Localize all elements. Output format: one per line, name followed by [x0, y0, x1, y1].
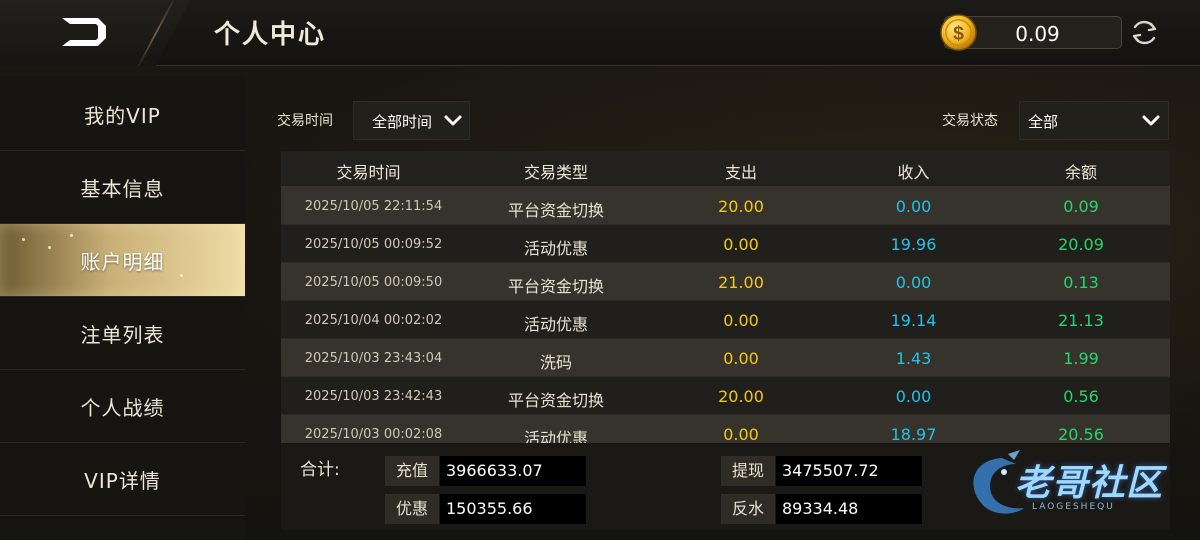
- sidebar-item-basic-info[interactable]: 基本信息: [0, 151, 245, 224]
- discount-label: 优惠: [385, 494, 439, 524]
- sidebar-item-vip-details[interactable]: VIP详情: [0, 443, 245, 516]
- refresh-icon[interactable]: [1128, 16, 1161, 49]
- cell-in: 19.14: [890, 311, 937, 330]
- cell-out: 0.00: [723, 349, 759, 368]
- cell-time: 2025/10/03 00:02:08: [304, 427, 443, 442]
- cell-type: 洗码: [539, 353, 572, 372]
- table-row: 2025/10/03 23:43:04 洗码 0.00 1.43 1.99: [281, 339, 1170, 377]
- table-row: 2025/10/05 00:09:52 活动优惠 0.00 19.96 20.0…: [281, 225, 1170, 263]
- cell-in: 0.00: [895, 273, 932, 292]
- sidebar-item-label: 注单列表: [80, 322, 165, 347]
- cell-in: 0.00: [895, 387, 932, 406]
- cell-out: 0.00: [723, 425, 759, 443]
- cell-balance: 20.09: [1058, 235, 1104, 254]
- table-row: 2025/10/03 23:42:43 平台资金切换 20.00 0.00 0.…: [281, 377, 1170, 415]
- cell-balance: 1.99: [1063, 349, 1099, 368]
- cell-in: 19.96: [890, 235, 937, 254]
- column-header-out: 支出: [724, 163, 757, 182]
- page-title: 个人中心: [214, 20, 327, 50]
- cell-balance: 0.56: [1063, 387, 1099, 406]
- table-row: 2025/10/05 00:09:50 平台资金切换 21.00 0.00 0.…: [281, 263, 1170, 301]
- cell-out: 20.00: [718, 197, 764, 216]
- cell-balance: 0.13: [1063, 273, 1099, 292]
- time-filter-label: 交易时间: [277, 113, 333, 129]
- column-header-in: 收入: [897, 163, 930, 182]
- cell-time: 2025/10/05 00:09:50: [304, 275, 443, 290]
- back-icon[interactable]: [58, 14, 110, 50]
- cell-out: 21.00: [718, 273, 764, 292]
- sparkle: [48, 246, 51, 249]
- sparkle: [180, 274, 183, 277]
- cell-in: 18.97: [890, 425, 937, 443]
- table-row: 2025/10/05 22:11:54 平台资金切换 20.00 0.00 0.…: [281, 187, 1170, 225]
- status-filter-select[interactable]: 全部: [1019, 101, 1169, 140]
- cell-time: 2025/10/03 23:42:43: [304, 389, 443, 404]
- sidebar-item-personal-record[interactable]: 个人战绩: [0, 370, 245, 443]
- sidebar-item-label: 个人战绩: [80, 395, 165, 420]
- svg-text:$: $: [953, 22, 964, 44]
- transactions-table[interactable]: 交易时间 交易类型 支出 收入 余额 2025/10/05 22:11:54 平…: [281, 151, 1170, 443]
- table-header: 交易时间 交易类型 支出 收入 余额: [281, 151, 1170, 187]
- sidebar-item-account-details[interactable]: 账户明细: [0, 224, 245, 297]
- cell-in: 1.43: [895, 349, 932, 368]
- time-filter-select[interactable]: 全部时间: [353, 101, 470, 140]
- column-header-type: 交易类型: [523, 163, 588, 182]
- sidebar-item-label: 基本信息: [80, 176, 165, 201]
- coin-icon: $: [940, 14, 977, 51]
- withdraw-label: 提现: [721, 456, 775, 486]
- cell-type: 活动优惠: [523, 315, 588, 334]
- table-row: 2025/10/04 00:02:02 活动优惠 0.00 19.14 21.1…: [281, 301, 1170, 339]
- summary-title: 合计:: [300, 460, 340, 480]
- sidebar-item-label: 账户明细: [80, 249, 165, 274]
- table-row: 2025/10/03 00:02:08 活动优惠 0.00 18.97 20.5…: [281, 415, 1170, 443]
- status-filter-value: 全部: [1028, 113, 1059, 131]
- cell-time: 2025/10/04 00:02:02: [304, 313, 443, 328]
- discount-value: 150355.66: [440, 494, 586, 524]
- sidebar-item-my-vip[interactable]: 我的VIP: [0, 78, 245, 151]
- cell-in: 0.00: [895, 197, 932, 216]
- cell-balance: 21.13: [1058, 311, 1104, 330]
- column-header-balance: 余额: [1064, 163, 1097, 182]
- cell-type: 平台资金切换: [507, 391, 604, 410]
- sidebar: 我的VIP 基本信息 账户明细 注单列表 个人战绩 VIP详情: [0, 76, 245, 540]
- sparkle: [22, 238, 25, 241]
- column-header-time: 交易时间: [336, 163, 401, 182]
- sidebar-item-bet-list[interactable]: 注单列表: [0, 297, 245, 370]
- sidebar-item-label: VIP详情: [84, 468, 161, 493]
- watermark-text: 老哥社区: [1015, 463, 1164, 504]
- time-filter-value: 全部时间: [372, 113, 433, 131]
- cell-out: 0.00: [723, 235, 759, 254]
- cell-out: 0.00: [723, 311, 759, 330]
- cell-balance: 20.56: [1058, 425, 1104, 443]
- cell-type: 活动优惠: [523, 429, 588, 443]
- recharge-value: 3966633.07: [440, 456, 586, 486]
- cell-out: 20.00: [718, 387, 764, 406]
- balance-value: 0.09: [1015, 22, 1060, 46]
- withdraw-value: 3475507.72: [776, 456, 922, 486]
- chevron-down-icon: [1142, 115, 1160, 126]
- recharge-label: 充值: [385, 456, 439, 486]
- rebate-value: 89334.48: [776, 494, 922, 524]
- cell-time: 2025/10/05 00:09:52: [304, 237, 443, 252]
- sidebar-item-label: 我的VIP: [84, 103, 161, 128]
- cell-type: 平台资金切换: [507, 277, 604, 296]
- cell-time: 2025/10/03 23:43:04: [304, 351, 443, 366]
- status-filter-label: 交易状态: [942, 113, 998, 129]
- watermark-subtext: LAOGESHEQU: [1032, 502, 1115, 512]
- sparkle: [70, 234, 73, 237]
- cell-balance: 0.09: [1063, 197, 1099, 216]
- cell-time: 2025/10/05 22:11:54: [304, 199, 443, 214]
- chevron-down-icon: [444, 115, 462, 126]
- cell-type: 平台资金切换: [507, 201, 604, 220]
- rebate-label: 反水: [721, 494, 775, 524]
- cell-type: 活动优惠: [523, 239, 588, 258]
